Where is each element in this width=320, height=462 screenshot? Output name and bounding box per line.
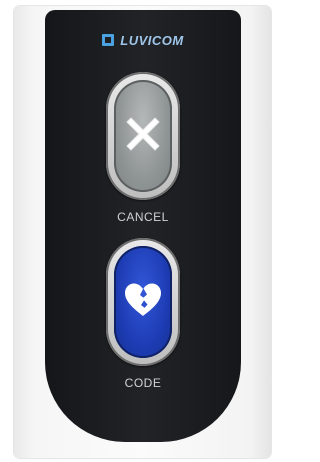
code-label: CODE: [124, 376, 162, 390]
brand-header: LUVICOM: [45, 32, 241, 48]
luvicom-logo-icon: [102, 34, 115, 46]
brand-name: LUVICOM: [120, 32, 184, 48]
broken-heart-icon: [123, 282, 163, 323]
cancel-label: CANCEL: [117, 210, 169, 224]
code-button-face[interactable]: [114, 246, 172, 358]
device-photo: LUVICOM CANCEL CODE: [0, 0, 280, 462]
cancel-button-face[interactable]: [114, 80, 172, 192]
x-icon: [124, 115, 162, 158]
cancel-button[interactable]: [106, 72, 180, 200]
code-button[interactable]: [106, 238, 180, 366]
